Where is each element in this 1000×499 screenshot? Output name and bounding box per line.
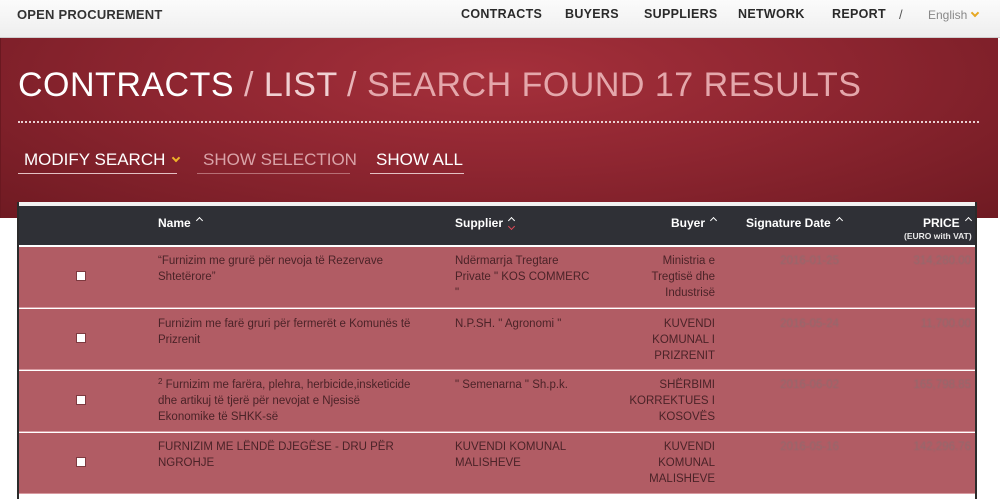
modify-search-label: MODIFY SEARCH	[24, 150, 166, 169]
contract-price: 11,700.00	[920, 318, 971, 330]
language-label: English	[928, 8, 968, 22]
row-checkbox[interactable]	[76, 333, 86, 343]
contract-name[interactable]: 2 Furnizim me farëra, plehra, herbicide,…	[158, 377, 413, 425]
column-label: PRICE	[923, 216, 960, 230]
page-title: CONTRACTS / LIST / SEARCH FOUND 17 RESUL…	[18, 66, 861, 105]
sort-icon	[836, 218, 843, 228]
column-header-supplier[interactable]: Supplier	[455, 216, 515, 230]
price-subtitle: (EURO with VAT)	[904, 231, 972, 241]
title-separator-2: /	[337, 66, 367, 104]
hero-divider	[18, 121, 979, 123]
row-checkbox[interactable]	[76, 457, 86, 467]
page-hero: CONTRACTS / LIST / SEARCH FOUND 17 RESUL…	[0, 38, 998, 218]
table-row[interactable]: 2 Furnizim me farëra, plehra, herbicide,…	[19, 371, 975, 432]
buyer-name[interactable]: KUVENDI KOMUNAL I PRIZRENIT	[619, 316, 715, 364]
contract-name-text: Furnizim me farëra, plehra, herbicide,in…	[158, 379, 411, 423]
language-selector[interactable]: English	[928, 8, 980, 22]
signature-date: 2016-01-25	[780, 255, 839, 267]
buyer-name[interactable]: KUVENDI KOMUNAL MALISHEVE	[619, 439, 715, 487]
signature-date: 2016-05-24	[780, 318, 839, 330]
show-all-button[interactable]: SHOW ALL	[370, 144, 464, 174]
table-row[interactable]: Furnizim me farë gruri për fermerët e Ko…	[19, 309, 975, 370]
signature-date: 2016-06-02	[780, 379, 839, 391]
sort-icon	[508, 218, 515, 228]
signature-date: 2016-05-16	[780, 441, 839, 453]
buyer-name[interactable]: SHËRBIMI KORREKTUES I KOSOVËS	[619, 377, 715, 425]
table-header: Name Supplier Buyer Signature Date PRICE…	[19, 202, 975, 245]
show-selection-button[interactable]: SHOW SELECTION	[197, 144, 357, 174]
supplier-name[interactable]: " Semenarna " Sh.p.k.	[455, 377, 595, 393]
column-label: Buyer	[671, 216, 706, 230]
column-header-signature-date[interactable]: Signature Date	[746, 216, 843, 230]
supplier-name[interactable]: KUVENDI KOMUNAL MALISHEVE	[455, 439, 595, 471]
nav-report[interactable]: REPORT	[832, 7, 886, 21]
supplier-name[interactable]: Ndërmarrja Tregtare Private " KOS COMMER…	[455, 253, 595, 301]
column-label: Name	[158, 216, 191, 230]
chevron-down-icon	[971, 8, 980, 18]
sort-icon	[965, 218, 972, 228]
contract-name[interactable]: Furnizim me farë gruri për fermerët e Ko…	[158, 316, 413, 348]
title-list: LIST	[263, 66, 338, 104]
top-navbar: OPEN PROCUREMENT CONTRACTS BUYERS SUPPLI…	[0, 0, 1000, 38]
contract-name[interactable]: FURNIZIM ME LËNDË DJEGËSE - DRU PËR NGRO…	[158, 439, 413, 471]
row-checkbox[interactable]	[76, 395, 86, 405]
contract-index: 2	[158, 377, 163, 386]
nav-contracts[interactable]: CONTRACTS	[461, 7, 542, 21]
chevron-down-icon	[172, 153, 181, 163]
nav-buyers[interactable]: BUYERS	[565, 7, 619, 21]
sort-icon	[196, 218, 203, 228]
nav-suppliers[interactable]: SUPPLIERS	[644, 7, 718, 21]
title-search-results: SEARCH FOUND 17 RESULTS	[366, 66, 862, 104]
contract-price: 165,798.85	[913, 379, 971, 391]
column-header-price[interactable]: PRICE (EURO with VAT)	[885, 216, 972, 241]
sort-icon	[710, 218, 717, 228]
contract-name[interactable]: “Furnizim me grurë për nevoja të Rezerva…	[158, 253, 413, 285]
modify-search-button[interactable]: MODIFY SEARCH	[18, 144, 181, 174]
contract-price: 142,296.76	[913, 441, 971, 453]
brand-logo[interactable]: OPEN PROCUREMENT	[17, 7, 163, 22]
row-checkbox[interactable]	[76, 271, 86, 281]
table-row[interactable]: “Furnizim me grurë për nevoja të Rezerva…	[19, 247, 975, 308]
title-contracts: CONTRACTS	[18, 66, 235, 104]
buyer-name[interactable]: Ministria e Tregtisë dhe Industrisë	[619, 253, 716, 301]
title-separator: /	[234, 66, 264, 104]
column-header-buyer[interactable]: Buyer	[671, 216, 717, 230]
nav-separator: /	[899, 7, 903, 22]
column-header-name[interactable]: Name	[158, 216, 203, 230]
column-label: Supplier	[455, 216, 504, 230]
results-table: Name Supplier Buyer Signature Date PRICE…	[17, 202, 977, 499]
table-row[interactable]: FURNIZIM ME LËNDË DJEGËSE - DRU PËR NGRO…	[19, 433, 975, 494]
supplier-name[interactable]: N.P.SH. " Agronomi "	[455, 316, 595, 332]
column-label: Signature Date	[746, 216, 831, 230]
contract-price: 314,280.00	[913, 255, 971, 267]
nav-network[interactable]: NETWORK	[738, 7, 805, 21]
